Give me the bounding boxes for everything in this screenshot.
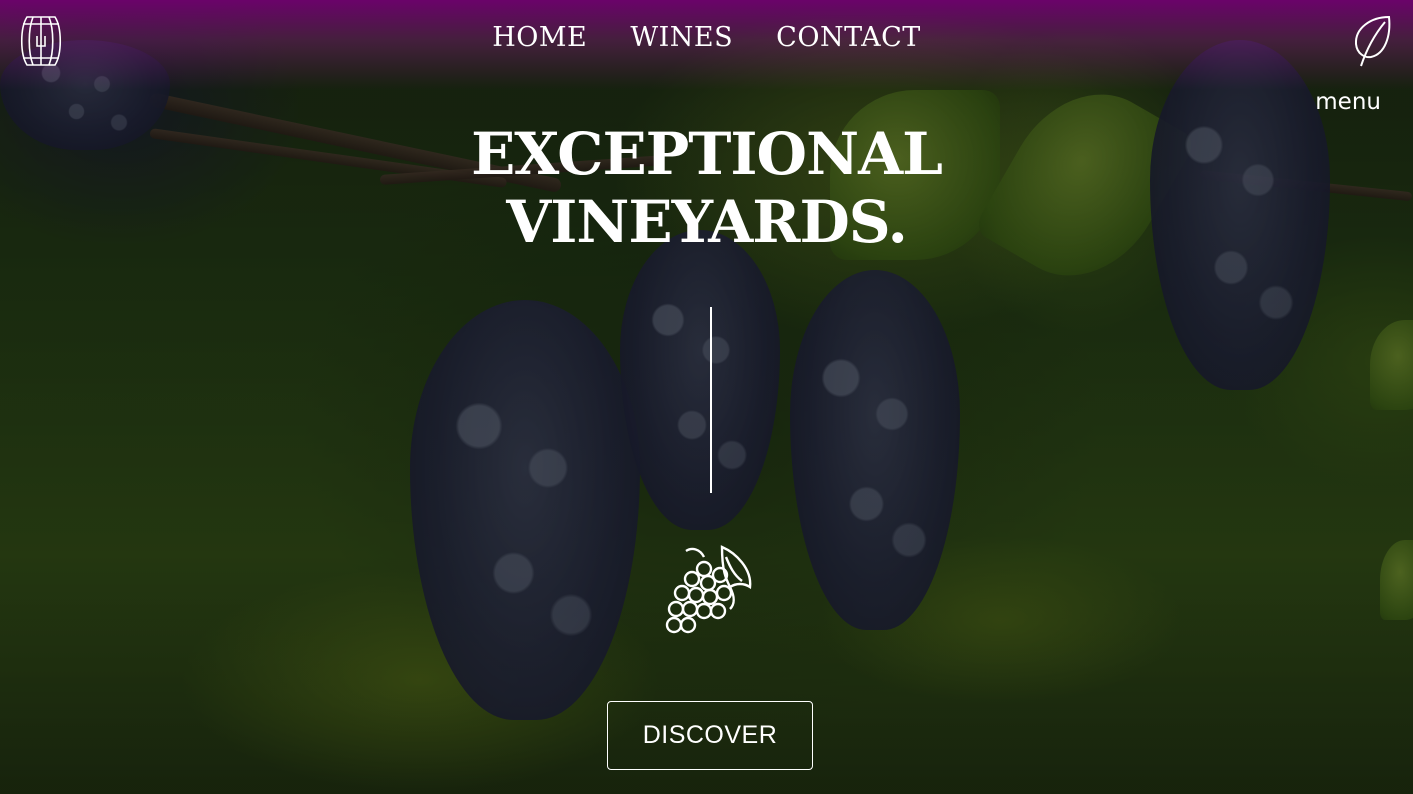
- discover-button[interactable]: DISCOVER: [607, 701, 813, 770]
- main-nav: HOME WINES CONTACT: [0, 22, 1413, 53]
- hero-section: HOME WINES CONTACT menu EXCEPTIONAL VINE…: [0, 0, 1413, 794]
- vertical-divider: [710, 307, 712, 493]
- grapes-icon: [665, 545, 752, 634]
- nav-home-link[interactable]: HOME: [492, 22, 587, 53]
- menu-toggle[interactable]: menu: [1315, 89, 1381, 115]
- leaf-icon[interactable]: [1351, 14, 1393, 68]
- headline-line-2: VINEYARDS.: [506, 188, 908, 256]
- nav-contact-link[interactable]: CONTACT: [776, 22, 921, 53]
- headline-line-1: EXCEPTIONAL: [471, 120, 943, 188]
- hero-headline: EXCEPTIONAL VINEYARDS.: [0, 120, 1413, 256]
- nav-wines-link[interactable]: WINES: [630, 22, 733, 53]
